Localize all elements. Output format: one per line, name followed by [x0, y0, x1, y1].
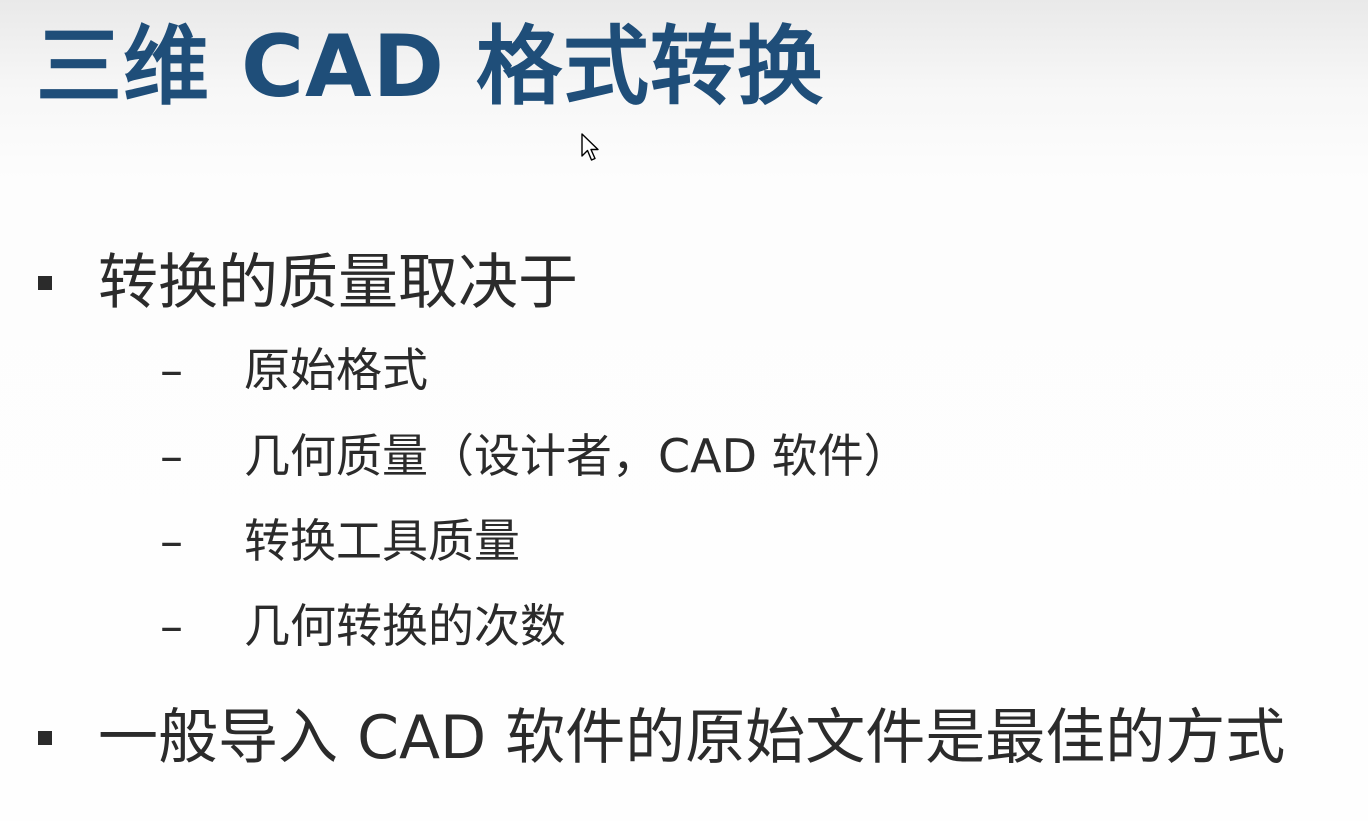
bullet-square-icon	[38, 731, 52, 745]
sub-item-geometry-quality: – 几何质量（设计者，CAD 软件）	[160, 429, 910, 484]
bullet-item-quality: 转换的质量取决于	[38, 247, 578, 319]
dash-marker: –	[160, 429, 183, 483]
mouse-pointer-icon	[581, 133, 599, 161]
sub-item-conversion-count: – 几何转换的次数	[160, 599, 566, 654]
sub-item-original-format: – 原始格式	[160, 343, 428, 398]
dash-marker: –	[160, 514, 183, 568]
sub-item-text: 几何转换的次数	[244, 599, 566, 653]
slide-title: 三维 CAD 格式转换	[36, 17, 824, 117]
bullet-text: 转换的质量取决于	[98, 248, 578, 318]
sub-item-text: 原始格式	[244, 343, 428, 397]
dash-marker: –	[160, 343, 183, 397]
bullet-text: 一般导入 CAD 软件的原始文件是最佳的方式	[98, 703, 1286, 773]
slide: 三维 CAD 格式转换 转换的质量取决于 – 原始格式 – 几何质量（设计者，C…	[0, 0, 1368, 821]
dash-marker: –	[160, 599, 183, 653]
bullet-square-icon	[38, 276, 52, 290]
sub-item-text: 几何质量（设计者，CAD 软件）	[244, 429, 910, 483]
sub-item-text: 转换工具质量	[244, 514, 520, 568]
bullet-item-best-practice: 一般导入 CAD 软件的原始文件是最佳的方式	[38, 702, 1285, 774]
sub-item-tool-quality: – 转换工具质量	[160, 514, 520, 569]
